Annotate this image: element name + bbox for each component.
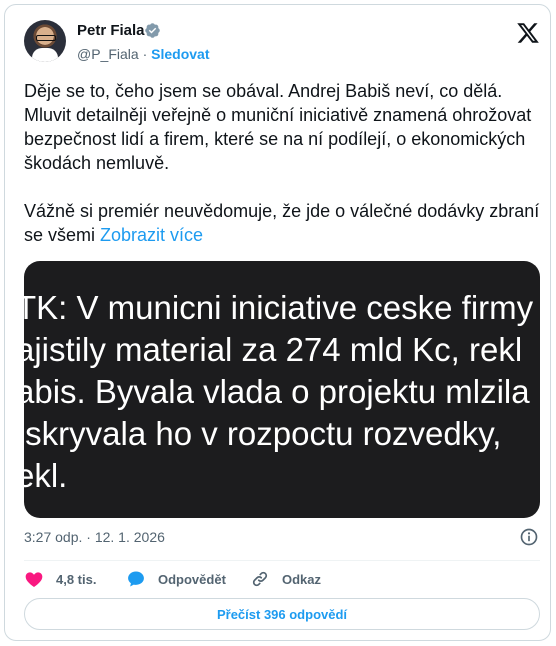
chat-bubble-icon xyxy=(128,571,144,587)
tweet-paragraph-2: Vážně si premiér neuvědomuje, že jde o v… xyxy=(24,199,544,247)
divider xyxy=(24,560,540,561)
like-button[interactable]: 4,8 tis. xyxy=(24,567,96,591)
media-image-text: TK: V municni iniciative ceske firmy aji… xyxy=(24,289,534,494)
link-label: Odkaz xyxy=(282,571,322,587)
author-handle[interactable]: @P_Fiala xyxy=(77,46,139,62)
reply-label: Odpovědět xyxy=(158,571,226,587)
info-icon[interactable] xyxy=(519,527,539,547)
handle-row: @P_Fiala · Sledovat xyxy=(77,46,210,62)
tweet-card: Petr Fiala @P_Fiala · Sledovat Děje se t… xyxy=(4,4,551,641)
avatar[interactable] xyxy=(24,20,66,62)
tweet-paragraph-1: Děje se to, čeho jsem se obával. Andrej … xyxy=(24,81,532,173)
read-replies-button[interactable]: Přečíst 396 odpovědí xyxy=(24,598,540,630)
show-more-link[interactable]: Zobrazit více xyxy=(100,225,203,245)
x-logo-icon[interactable] xyxy=(516,21,540,45)
reply-button[interactable]: Odpovědět xyxy=(126,567,226,591)
link-icon xyxy=(252,571,268,587)
media-image[interactable]: TK: V municni iniciative ceske firmy aji… xyxy=(24,261,540,518)
separator-dot: · xyxy=(142,46,148,62)
heart-icon xyxy=(25,572,43,587)
read-replies-label: Přečíst 396 odpovědí xyxy=(216,606,348,622)
tweet-text: Děje se to, čeho jsem se obával. Andrej … xyxy=(24,79,544,247)
follow-button[interactable]: Sledovat xyxy=(151,46,209,62)
avatar-glasses xyxy=(36,35,56,41)
author-name[interactable]: Petr Fiala xyxy=(77,22,145,39)
timestamp[interactable]: 3:27 odp. · 12. 1. 2026 xyxy=(24,529,165,545)
copy-link-button[interactable]: Odkaz xyxy=(250,567,321,591)
avatar-shirt xyxy=(32,48,58,62)
like-count: 4,8 tis. xyxy=(56,571,97,587)
verified-badge-icon xyxy=(145,23,160,38)
